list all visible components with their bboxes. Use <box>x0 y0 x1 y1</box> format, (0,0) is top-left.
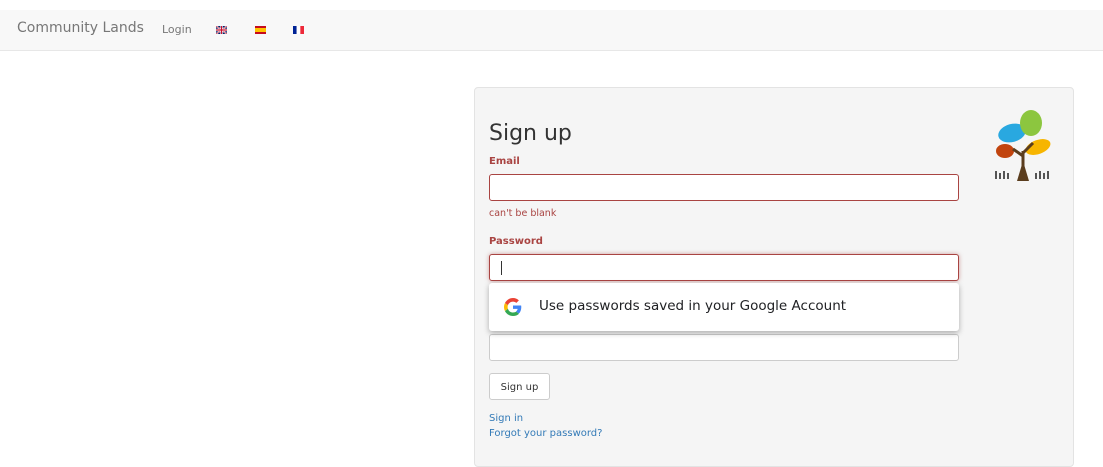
login-link[interactable]: Login <box>162 23 192 36</box>
uk-flag-icon[interactable] <box>216 26 227 34</box>
page-title: Sign up <box>489 121 572 146</box>
brand-link[interactable]: Community Lands <box>17 20 144 36</box>
google-icon <box>504 298 522 316</box>
sign-in-link[interactable]: Sign in <box>489 413 523 424</box>
password-confirmation-field[interactable] <box>489 334 959 361</box>
google-password-suggestion[interactable]: Use passwords saved in your Google Accou… <box>489 283 959 331</box>
text-caret <box>501 261 502 275</box>
email-field[interactable] <box>489 174 959 201</box>
autofill-suggestion-text: Use passwords saved in your Google Accou… <box>539 298 847 314</box>
spain-flag-icon[interactable] <box>255 26 266 34</box>
email-label: Email <box>489 156 520 167</box>
password-label: Password <box>489 236 543 247</box>
top-navbar: Community Lands Login <box>0 10 1103 51</box>
sign-up-button[interactable]: Sign up <box>489 373 550 400</box>
signup-panel: Sign up Email can't be blank Password Si… <box>474 87 1074 467</box>
email-error-message: can't be blank <box>489 208 557 219</box>
community-tree-logo-icon <box>995 110 1051 181</box>
france-flag-icon[interactable] <box>293 26 304 34</box>
password-field[interactable] <box>489 254 959 281</box>
forgot-password-link[interactable]: Forgot your password? <box>489 428 602 439</box>
